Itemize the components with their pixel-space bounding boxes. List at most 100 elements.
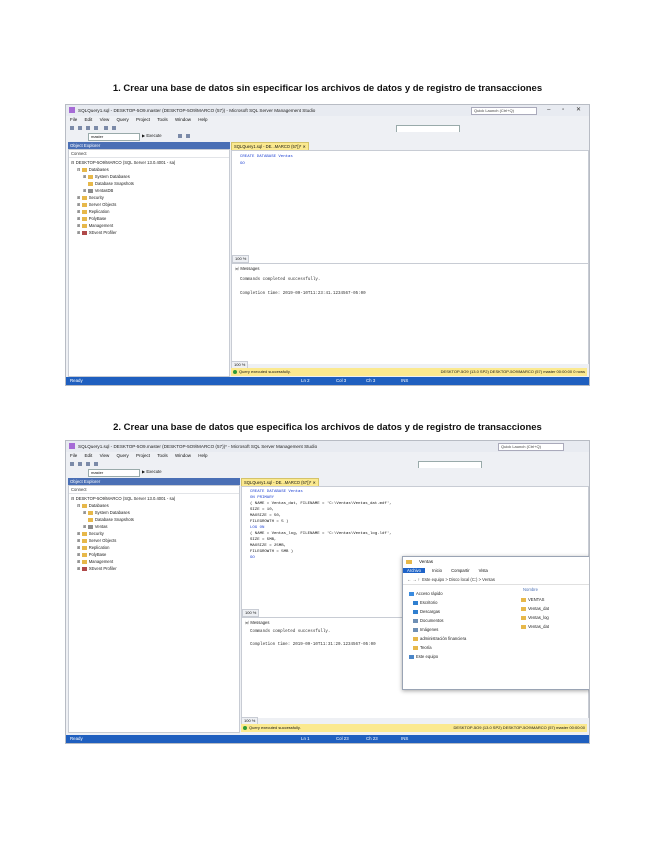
status-bar: Ready Ln 1 Col 23 Ch 23 INS <box>66 735 589 743</box>
object-explorer-panel: Connect ⊟ DESKTOP-5O9\MARCO (SQL Server … <box>68 485 240 733</box>
save-icon[interactable] <box>86 126 90 130</box>
menu-query[interactable]: Query <box>117 453 129 458</box>
open-icon[interactable] <box>78 462 82 466</box>
tree-server[interactable]: ⊟ DESKTOP-5O9\MARCO (SQL Server 13.0.400… <box>71 160 175 165</box>
tree-security[interactable]: ⊞ Security <box>77 195 104 200</box>
tree-system-databases[interactable]: ⊞ System Databases <box>83 510 130 515</box>
query-status-bar: Query executed successfully. DESKTOP-5O9… <box>241 724 587 732</box>
menu-edit[interactable]: Edit <box>85 453 93 458</box>
menu-project[interactable]: Project <box>136 117 150 122</box>
file-explorer-window[interactable]: Ventas Archivo Inicio Compartir Vista ← … <box>402 556 589 690</box>
menu-tools[interactable]: Tools <box>157 117 168 122</box>
quick-launch-input[interactable]: Quick Launch (Ctrl+Q) <box>471 107 537 115</box>
ribbon-tab-compartir[interactable]: Compartir <box>451 568 469 573</box>
nav-teoria[interactable]: Teoría <box>413 645 432 650</box>
query-editor[interactable]: CREATE DATABASE Ventas GO 100 % 🗐 Messag… <box>231 150 589 364</box>
code-line-2: GO <box>240 162 245 166</box>
menu-bar: File Edit View Query Project Tools Windo… <box>66 116 589 124</box>
tree-server-objects[interactable]: ⊞ Server Objects <box>77 202 116 207</box>
tree-database-snapshots[interactable]: Database Snapshots <box>88 181 134 186</box>
tree-database-snapshots[interactable]: Database Snapshots <box>88 517 134 522</box>
menu-window[interactable]: Window <box>175 117 191 122</box>
execute-button[interactable]: ▶ Execute <box>142 132 162 140</box>
new-query-icon[interactable] <box>70 126 74 130</box>
tree-database-item[interactable]: ⊞ Ventas <box>83 524 108 529</box>
tree-polybase[interactable]: ⊞ PolyBase <box>77 216 106 221</box>
menu-tools[interactable]: Tools <box>157 453 168 458</box>
tree-system-databases[interactable]: ⊞ System Databases <box>83 174 130 179</box>
menu-view[interactable]: View <box>100 117 110 122</box>
nav-financial[interactable]: administración financiera <box>413 636 466 641</box>
tree-xevent-profiler[interactable]: ⊞ XEvent Profiler <box>77 566 117 571</box>
ribbon-tab-inicio[interactable]: Inicio <box>432 568 442 573</box>
menu-file[interactable]: File <box>70 117 77 122</box>
menu-edit[interactable]: Edit <box>85 117 93 122</box>
explorer-ribbon: Archivo Inicio Compartir Vista <box>403 567 589 575</box>
tree-management[interactable]: ⊞ Management <box>77 559 113 564</box>
tree-server-objects[interactable]: ⊞ Server Objects <box>77 538 116 543</box>
toolbar-standard <box>66 124 589 133</box>
zoom-combo[interactable]: 100 % <box>232 255 250 263</box>
nav-quick-access[interactable]: Acceso rápido <box>409 591 443 596</box>
redo-icon[interactable] <box>112 126 116 130</box>
ribbon-tab-vista[interactable]: Vista <box>479 568 488 573</box>
tree-databases[interactable]: ⊟ Databases <box>77 167 109 172</box>
menu-help[interactable]: Help <box>198 453 207 458</box>
results-pane: 🗐 Messages Commands completed successful… <box>232 263 588 364</box>
tree-server[interactable]: ⊟ DESKTOP-5O9\MARCO (SQL Server 13.0.400… <box>71 496 175 501</box>
ssms-logo-icon <box>69 443 75 449</box>
tree-replication[interactable]: ⊞ Replication <box>77 545 109 550</box>
open-icon[interactable] <box>78 126 82 130</box>
nav-this-pc[interactable]: Este equipo <box>409 654 438 659</box>
tree-xevent-profiler[interactable]: ⊞ XEvent Profiler <box>77 230 117 235</box>
nav-documents[interactable]: Documentos <box>413 618 444 623</box>
database-combo[interactable]: master <box>88 469 140 477</box>
toolbar-sql: master ▶ Execute <box>66 468 589 477</box>
code-line-12: GO <box>250 556 255 560</box>
tree-security[interactable]: ⊞ Security <box>77 531 104 536</box>
file-item[interactable]: Ventas_dat <box>521 606 549 611</box>
nav-downloads[interactable]: Descargas <box>413 609 440 614</box>
parse-icon[interactable] <box>186 134 190 138</box>
ssms-logo-icon <box>69 107 75 113</box>
menu-file[interactable]: File <box>70 453 77 458</box>
column-header-name[interactable]: Nombre <box>523 587 538 592</box>
explorer-address-bar[interactable]: ← → ↑ Este equipo > Disco local (C:) > V… <box>403 575 589 585</box>
nav-desktop[interactable]: Escritorio <box>413 600 437 605</box>
save-all-icon[interactable] <box>94 462 98 466</box>
connect-button[interactable]: Connect <box>69 486 239 494</box>
file-item[interactable]: VENTAS <box>521 597 544 602</box>
zoom-combo[interactable]: 100 % <box>242 609 260 617</box>
query-status-bar: Query executed successfully. DESKTOP-5O9… <box>231 368 587 376</box>
object-explorer-panel: Connect ⊟ DESKTOP-5O9\MARCO (SQL Server … <box>68 149 230 377</box>
undo-icon[interactable] <box>104 126 108 130</box>
database-combo[interactable]: master <box>88 133 140 141</box>
menu-help[interactable]: Help <box>198 117 207 122</box>
nav-pictures[interactable]: Imágenes <box>413 627 438 632</box>
tree-databases[interactable]: ⊟ Databases <box>77 503 109 508</box>
folder-icon <box>406 560 412 564</box>
execute-button[interactable]: ▶ Execute <box>142 468 162 476</box>
messages-tab[interactable]: 🗐 Messages <box>235 266 259 273</box>
connect-button[interactable]: Connect <box>69 150 229 158</box>
menu-window[interactable]: Window <box>175 453 191 458</box>
tree-replication[interactable]: ⊞ Replication <box>77 209 109 214</box>
object-explorer-header: Object Explorer <box>68 478 240 485</box>
menu-query[interactable]: Query <box>117 117 129 122</box>
tree-database-item[interactable]: ⊞ VentasDB <box>83 188 113 193</box>
ribbon-tab-archivo[interactable]: Archivo <box>403 568 425 573</box>
file-item[interactable]: Ventas_log <box>521 615 549 620</box>
new-query-icon[interactable] <box>70 462 74 466</box>
window-controls[interactable]: – ▫ ✕ <box>547 105 586 116</box>
menu-project[interactable]: Project <box>136 453 150 458</box>
toolbar-standard <box>66 460 589 469</box>
debug-icon[interactable] <box>178 134 182 138</box>
save-icon[interactable] <box>86 462 90 466</box>
menu-view[interactable]: View <box>100 453 110 458</box>
tree-polybase[interactable]: ⊞ PolyBase <box>77 552 106 557</box>
tree-management[interactable]: ⊞ Management <box>77 223 113 228</box>
save-all-icon[interactable] <box>94 126 98 130</box>
quick-launch-input[interactable]: Quick Launch (Ctrl+Q) <box>498 443 564 451</box>
messages-tab[interactable]: 🗐 Messages <box>245 620 269 627</box>
file-item[interactable]: Ventas_dat <box>521 624 549 629</box>
